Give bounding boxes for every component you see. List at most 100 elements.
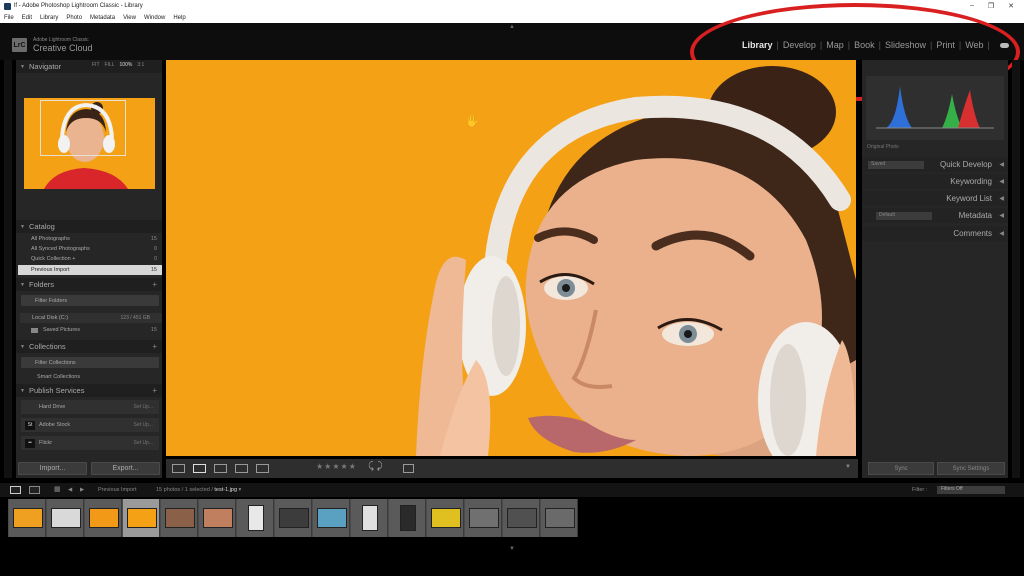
module-slideshow[interactable]: Slideshow — [881, 40, 930, 50]
menu-view[interactable]: View — [123, 15, 136, 21]
compare-view-icon[interactable] — [214, 464, 227, 473]
quick-develop-header[interactable]: Saved Quick Develop ◀ — [862, 157, 1008, 172]
menu-window[interactable]: Window — [144, 15, 165, 21]
second-window-icon[interactable] — [29, 486, 40, 494]
menu-photo[interactable]: Photo — [66, 15, 82, 21]
module-book[interactable]: Book — [850, 40, 879, 50]
menu-library[interactable]: Library — [40, 15, 58, 21]
sync-button[interactable]: Sync — [868, 462, 934, 475]
rotate-icons[interactable]: ⤹ ⤸ — [368, 461, 383, 472]
filmstrip-thumbnail[interactable] — [123, 499, 160, 537]
menu-metadata[interactable]: Metadata — [90, 15, 115, 21]
publish-service-adobe-stock[interactable]: St Adobe Stock Set Up... — [21, 418, 159, 432]
filmstrip-thumbnail[interactable] — [351, 499, 388, 537]
top-panel-toggle-icon[interactable]: ▲ — [509, 24, 515, 30]
filmstrip-thumbnail[interactable] — [275, 499, 312, 537]
grid-icon[interactable]: ▦ — [54, 485, 61, 493]
window-title-bar: lf - Adobe Photoshop Lightroom Classic -… — [0, 0, 1024, 12]
zoom-3to1[interactable]: 3:1 — [137, 62, 144, 68]
add-folder-icon[interactable]: + — [152, 280, 157, 289]
histogram-graph — [866, 76, 1004, 140]
toolbar-content-menu-icon[interactable]: ▼ — [845, 464, 851, 470]
module-library[interactable]: Library — [738, 40, 777, 50]
import-button[interactable]: Import... — [18, 462, 87, 475]
metadata-preset-select[interactable]: Default — [876, 211, 932, 220]
close-button[interactable]: ✕ — [1008, 2, 1014, 10]
histogram[interactable] — [866, 76, 1004, 140]
navigator-viewport-box[interactable] — [40, 100, 126, 156]
filmstrip-toggle-icon[interactable]: ▼ — [509, 546, 515, 552]
filmstrip-thumbnail[interactable] — [199, 499, 236, 537]
folders-header[interactable]: ▼ Folders + — [16, 278, 162, 291]
module-develop[interactable]: Develop — [779, 40, 820, 50]
add-service-icon[interactable]: + — [152, 386, 157, 395]
filter-folders-field[interactable]: Filter Folders — [21, 295, 159, 306]
zoom-fill[interactable]: FILL — [105, 62, 115, 68]
publish-services-header[interactable]: ▼ Publish Services + — [16, 384, 162, 397]
zoom-fit[interactable]: FIT — [92, 62, 100, 68]
filmstrip-thumbnail[interactable] — [9, 499, 46, 537]
survey-view-icon[interactable] — [235, 464, 248, 473]
folder-icon — [31, 327, 38, 333]
module-map[interactable]: Map — [822, 40, 848, 50]
collections-header[interactable]: ▼ Collections + — [16, 340, 162, 353]
add-collection-icon[interactable]: + — [152, 342, 157, 351]
publish-service-flickr[interactable]: •• Flickr Set Up... — [21, 436, 159, 450]
forward-arrow-icon[interactable]: ▶ — [80, 487, 84, 493]
filmstrip-thumbnail[interactable] — [389, 499, 426, 537]
loupe-view-icon[interactable] — [193, 464, 206, 473]
filmstrip-thumbnail[interactable] — [47, 499, 84, 537]
filter-select[interactable]: Filters Off — [937, 486, 1005, 494]
metadata-header[interactable]: Default Metadata ◀ — [862, 208, 1008, 223]
catalog-item[interactable]: All Photographs 15 — [18, 234, 162, 244]
zoom-100[interactable]: 100% — [120, 62, 133, 68]
menu-edit[interactable]: Edit — [22, 15, 32, 21]
saved-preset-select[interactable]: Saved — [868, 160, 924, 169]
collapse-triangle-icon: ▼ — [20, 63, 25, 70]
catalog-item-selected[interactable]: Previous Import 15 — [18, 265, 162, 275]
filmstrip-thumbnail[interactable] — [503, 499, 540, 537]
module-web[interactable]: Web — [961, 40, 987, 50]
thumbnail-image — [164, 508, 195, 528]
loupe-image[interactable] — [166, 60, 856, 456]
back-arrow-icon[interactable]: ◀ — [68, 487, 72, 493]
folder-item[interactable]: Saved Pictures 15 — [18, 325, 162, 335]
thumbnail-image — [399, 505, 416, 531]
cloud-sync-icon[interactable] — [1000, 43, 1009, 48]
catalog-item[interactable]: All Synced Photographs 0 — [18, 244, 162, 254]
star-rating[interactable]: ★★★★★ — [316, 462, 357, 471]
people-view-icon[interactable] — [256, 464, 269, 473]
filmstrip-thumbnail[interactable] — [313, 499, 350, 537]
filmstrip-source[interactable]: Previous Import — [98, 487, 137, 493]
minimize-button[interactable]: – — [970, 2, 974, 10]
original-photo-label: Original Photo — [867, 144, 899, 150]
comments-header[interactable]: Comments ◀ — [862, 226, 1008, 241]
filmstrip-thumbnail[interactable] — [427, 499, 464, 537]
module-print[interactable]: Print — [932, 40, 959, 50]
catalog-header[interactable]: ▼ Catalog — [16, 220, 162, 233]
filmstrip-thumbnail[interactable] — [541, 499, 578, 537]
filter-collections-field[interactable]: Filter Collections — [21, 357, 159, 368]
filmstrip-thumbnail[interactable] — [237, 499, 274, 537]
sync-settings-button[interactable]: Sync Settings — [937, 462, 1005, 475]
catalog-item[interactable]: Quick Collection +0 — [18, 254, 162, 264]
filmstrip-thumbnail[interactable] — [465, 499, 502, 537]
collapse-triangle-icon: ◀ — [999, 196, 1004, 202]
keyword-list-header[interactable]: Keyword List ◀ — [862, 191, 1008, 206]
right-panel-toggle[interactable] — [1012, 60, 1020, 478]
filmstrip-thumbnail[interactable] — [85, 499, 122, 537]
maximize-button[interactable]: ❐ — [988, 2, 994, 10]
publish-service-hard-drive[interactable]: Hard Drive Set Up... — [21, 400, 159, 414]
export-button[interactable]: Export... — [91, 462, 160, 475]
smart-collections-item[interactable]: Smart Collections — [18, 372, 162, 382]
crop-tool-icon[interactable] — [403, 464, 414, 473]
filmstrip-thumbnail[interactable] — [161, 499, 198, 537]
menu-help[interactable]: Help — [173, 15, 185, 21]
menu-file[interactable]: File — [4, 15, 14, 21]
grid-view-icon[interactable] — [172, 464, 185, 473]
thumbnail-image — [506, 508, 537, 528]
main-window-icon[interactable] — [10, 486, 21, 494]
volume-row[interactable]: Local Disk (C:) 123 / 451 GB — [20, 313, 162, 323]
left-panel-toggle[interactable] — [4, 60, 12, 478]
keywording-header[interactable]: Keywording ◀ — [862, 174, 1008, 189]
